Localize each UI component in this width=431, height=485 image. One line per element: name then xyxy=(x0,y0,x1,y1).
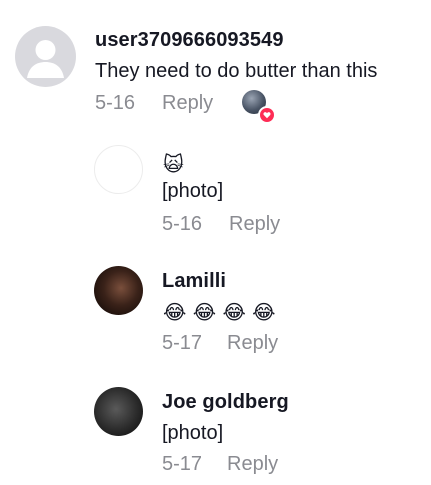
reply-date: 5-16 xyxy=(162,213,203,235)
reply-button[interactable]: Reply xyxy=(227,453,278,476)
avatar[interactable] xyxy=(94,387,143,436)
reply-button[interactable]: Reply xyxy=(229,213,280,236)
reply-text: [photo] xyxy=(162,422,224,444)
reply-emoji: 🙀 xyxy=(163,152,184,176)
comment-text: They need to do butter than this xyxy=(95,60,378,82)
avatar[interactable] xyxy=(94,145,143,194)
default-avatar-icon xyxy=(27,40,64,78)
comment-username[interactable]: user3709666093549 xyxy=(95,29,284,52)
heart-icon xyxy=(258,106,276,124)
reply-date: 5-17 xyxy=(162,453,203,475)
avatar[interactable] xyxy=(94,266,143,315)
reply-text: [photo] xyxy=(162,180,224,202)
reply-button[interactable]: Reply xyxy=(162,92,213,115)
reply-emoji: 😂 😂 😂 😂 xyxy=(163,300,276,324)
avatar[interactable] xyxy=(15,26,76,87)
reply-username[interactable]: Lamilli xyxy=(162,270,226,293)
reply-username[interactable]: Joe goldberg xyxy=(162,391,289,414)
comment-date: 5-16 xyxy=(95,92,136,114)
reply-date: 5-17 xyxy=(162,332,203,354)
reply-button[interactable]: Reply xyxy=(227,332,278,355)
